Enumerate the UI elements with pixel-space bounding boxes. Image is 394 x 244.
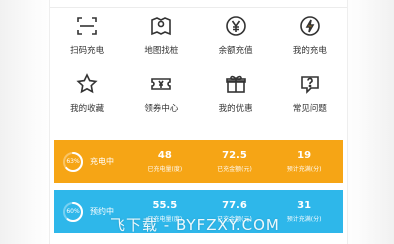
progress-ring: 63% [62,151,84,173]
menu-label: 我的收藏 [70,104,105,114]
menu-label: 我的充电 [292,46,327,56]
progress-text: 60% [66,207,80,215]
divider [50,7,347,8]
menu-label: 余额充值 [218,46,253,56]
stat-label: 预计充满(分) [286,166,322,173]
stat-energy: 48 已充电量(度) [147,150,182,173]
stat-value: 48 [157,150,172,161]
charge-stats: 48 已充电量(度) 72.5 已充金额(元) 19 预计充满(分) [130,150,343,173]
menu-my-charging[interactable]: 我的充电 [273,14,347,56]
app-screen: 扫码充电 地图找桩 余额充值 我的充电 我的收藏 领券中心 我的优惠 常见问题 … [49,0,348,244]
scan-icon [77,17,97,35]
stat-value: 55.5 [152,200,178,211]
stat-eta: 19 预计充满(分) [287,150,322,173]
stat-value: 77.6 [222,200,247,211]
question-bubble-icon [301,76,319,94]
function-grid: 扫码充电 地图找桩 余额充值 我的充电 我的收藏 领券中心 我的优惠 常见问题 [50,14,347,114]
menu-label: 地图找桩 [144,46,179,56]
yen-coin-icon [225,16,246,36]
menu-balance-topup[interactable]: 余额充值 [199,14,273,56]
menu-faq[interactable]: 常见问题 [273,72,347,114]
stat-label: 已充电量(度) [147,166,183,173]
stat-value: 72.5 [222,150,247,161]
menu-coupon-center[interactable]: 领券中心 [124,72,198,114]
menu-label: 领券中心 [144,104,179,114]
map-pin-icon [151,17,172,36]
charging-plug-icon [300,16,320,36]
menu-map-find[interactable]: 地图找桩 [124,14,198,56]
star-icon [76,73,98,94]
phone-frame-left [0,0,55,244]
progress-text: 63% [66,157,80,165]
menu-my-favorites[interactable]: 我的收藏 [50,72,124,114]
menu-scan-charge[interactable]: 扫码充电 [50,14,124,56]
stat-amount: 72.5 已充金额(元) [217,150,252,173]
coupon-icon [151,78,172,90]
menu-label: 扫码充电 [70,46,105,56]
menu-my-offers[interactable]: 我的优惠 [199,72,273,114]
progress-ring: 60% [62,201,84,223]
status-label: 充电中 [90,157,114,166]
stat-value: 31 [297,200,312,211]
menu-label: 常见问题 [292,104,327,114]
menu-label: 我的优惠 [218,104,253,114]
gift-icon [225,75,246,93]
charging-status-card[interactable]: 63% 充电中 48 已充电量(度) 72.5 已充金额(元) 19 预计充满(… [54,140,343,183]
stat-value: 19 [297,150,312,161]
stat-label: 已充金额(元) [217,166,252,173]
watermark: 飞下载 - BYFZXY.COM [110,216,280,234]
